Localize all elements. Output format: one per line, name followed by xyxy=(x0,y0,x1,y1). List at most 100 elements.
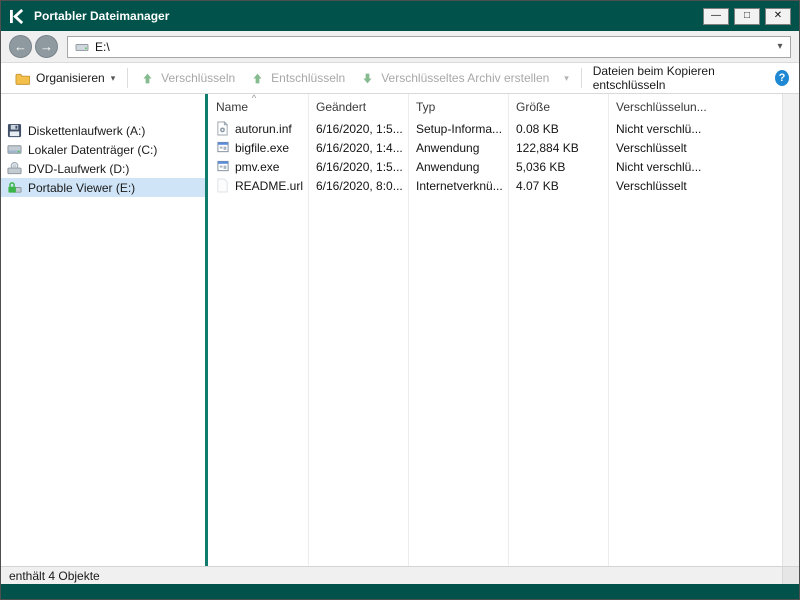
column-label: Verschlüsselun... xyxy=(616,100,707,114)
file-name-cell: autorun.inf xyxy=(208,121,308,136)
folder-icon xyxy=(15,71,30,86)
column-label: Größe xyxy=(516,100,550,114)
window-title: Portabler Dateimanager xyxy=(34,9,169,23)
internet-shortcut-file-icon xyxy=(215,178,230,193)
column-divider[interactable] xyxy=(508,94,509,566)
file-size: 4.07 KB xyxy=(508,179,608,193)
maximize-button[interactable]: □ xyxy=(734,8,760,25)
archive-options-dropdown[interactable]: ▾ xyxy=(558,70,575,87)
scrollbar-corner xyxy=(782,567,799,584)
file-name: bigfile.exe xyxy=(235,141,289,155)
application-file-icon xyxy=(215,159,230,174)
list-header: ^ Name Geändert Typ Größe Verschlüsselun… xyxy=(208,94,782,119)
toolbar: Organisieren ▾ Verschlüsseln Entschlüsse… xyxy=(1,63,799,94)
file-modified: 6/16/2020, 8:0... xyxy=(308,179,408,193)
column-label: Name xyxy=(216,100,248,114)
kaspersky-logo-icon xyxy=(9,9,26,24)
bottom-brand-bar xyxy=(1,584,799,600)
decrypt-button[interactable]: Entschlüsseln xyxy=(244,68,351,89)
encrypt-button[interactable]: Verschlüsseln xyxy=(134,68,241,89)
address-combobox[interactable]: E:\ ▾ xyxy=(67,36,791,58)
file-name-cell: bigfile.exe xyxy=(208,140,308,155)
arrow-down-icon xyxy=(360,71,375,86)
help-icon[interactable]: ? xyxy=(775,70,789,86)
file-encryption-status: Nicht verschlü... xyxy=(608,160,782,174)
organize-label: Organisieren xyxy=(36,71,105,85)
file-type: Anwendung xyxy=(408,141,508,155)
app-window: Portabler Dateimanager — □ ✕ ← → E:\ ▾ O… xyxy=(0,0,800,600)
application-file-icon xyxy=(215,140,230,155)
create-encrypted-archive-label: Verschlüsseltes Archiv erstellen xyxy=(381,71,549,85)
file-type: Anwendung xyxy=(408,160,508,174)
organize-button[interactable]: Organisieren ▾ xyxy=(9,68,121,89)
decrypt-on-copy-button[interactable]: Dateien beim Kopieren entschlüsseln xyxy=(593,64,767,92)
column-divider[interactable] xyxy=(408,94,409,566)
file-modified: 6/16/2020, 1:5... xyxy=(308,160,408,174)
file-row-readme-url[interactable]: README.url 6/16/2020, 8:0... Internetver… xyxy=(208,176,782,195)
file-encryption-status: Verschlüsselt xyxy=(608,141,782,155)
address-bar: ← → E:\ ▾ xyxy=(1,31,799,63)
sidebar-item-label: Portable Viewer (E:) xyxy=(28,181,135,195)
chevron-down-icon: ▾ xyxy=(564,73,569,84)
vertical-scrollbar[interactable] xyxy=(782,94,799,566)
file-list: ^ Name Geändert Typ Größe Verschlüsselun… xyxy=(208,94,799,566)
create-encrypted-archive-button[interactable]: Verschlüsseltes Archiv erstellen xyxy=(354,68,555,89)
back-button[interactable]: ← xyxy=(9,35,32,58)
toolbar-separator xyxy=(127,68,128,88)
toolbar-right-group: Dateien beim Kopieren entschlüsseln ? xyxy=(578,64,791,92)
decrypt-label: Entschlüsseln xyxy=(271,71,345,85)
encrypt-label: Verschlüsseln xyxy=(161,71,235,85)
file-rows: autorun.inf 6/16/2020, 1:5... Setup-Info… xyxy=(208,119,782,195)
drive-tree: Diskettenlaufwerk (A:) Lokaler Datenträg… xyxy=(1,94,205,566)
close-button[interactable]: ✕ xyxy=(765,8,791,25)
arrow-up-icon xyxy=(250,71,265,86)
file-row-autorun-inf[interactable]: autorun.inf 6/16/2020, 1:5... Setup-Info… xyxy=(208,119,782,138)
sidebar-item-label: Diskettenlaufwerk (A:) xyxy=(28,124,145,138)
arrow-up-icon xyxy=(140,71,155,86)
file-modified: 6/16/2020, 1:4... xyxy=(308,141,408,155)
status-text: enthält 4 Objekte xyxy=(9,569,100,583)
column-header-type[interactable]: Typ xyxy=(408,94,508,119)
floppy-drive-icon xyxy=(7,123,22,138)
forward-button[interactable]: → xyxy=(35,35,58,58)
local-drive-icon xyxy=(7,142,22,157)
column-divider[interactable] xyxy=(308,94,309,566)
sidebar-item-drive-e-selected[interactable]: Portable Viewer (E:) xyxy=(1,178,205,197)
sort-ascending-icon: ^ xyxy=(252,94,256,103)
chevron-down-icon: ▾ xyxy=(111,73,116,84)
file-name-cell: pmv.exe xyxy=(208,159,308,174)
minimize-button[interactable]: — xyxy=(703,8,729,25)
file-size: 5,036 KB xyxy=(508,160,608,174)
file-encryption-status: Verschlüsselt xyxy=(608,179,782,193)
file-type: Internetverknü... xyxy=(408,179,508,193)
file-name: autorun.inf xyxy=(235,122,292,136)
address-path: E:\ xyxy=(95,40,766,54)
toolbar-separator xyxy=(581,68,582,88)
drive-icon xyxy=(74,39,89,54)
file-size: 122,884 KB xyxy=(508,141,608,155)
column-label: Geändert xyxy=(316,100,366,114)
address-dropdown-icon[interactable]: ▾ xyxy=(772,41,788,52)
column-label: Typ xyxy=(416,100,435,114)
file-modified: 6/16/2020, 1:5... xyxy=(308,122,408,136)
sidebar-item-drive-a[interactable]: Diskettenlaufwerk (A:) xyxy=(1,121,205,140)
sidebar-item-drive-d[interactable]: DVD-Laufwerk (D:) xyxy=(1,159,205,178)
dvd-drive-icon xyxy=(7,161,22,176)
file-name: pmv.exe xyxy=(235,160,279,174)
column-header-size[interactable]: Größe xyxy=(508,94,608,119)
file-size: 0.08 KB xyxy=(508,122,608,136)
setup-information-file-icon xyxy=(215,121,230,136)
file-name-cell: README.url xyxy=(208,178,308,193)
file-type: Setup-Informa... xyxy=(408,122,508,136)
column-header-encryption[interactable]: Verschlüsselun... xyxy=(608,94,782,119)
file-name: README.url xyxy=(235,179,303,193)
column-divider[interactable] xyxy=(608,94,609,566)
file-row-pmv-exe[interactable]: pmv.exe 6/16/2020, 1:5... Anwendung 5,03… xyxy=(208,157,782,176)
column-header-name[interactable]: ^ Name xyxy=(208,94,308,119)
status-bar: enthält 4 Objekte xyxy=(1,566,799,584)
sidebar-item-drive-c[interactable]: Lokaler Datenträger (C:) xyxy=(1,140,205,159)
column-header-modified[interactable]: Geändert xyxy=(308,94,408,119)
content-area: Diskettenlaufwerk (A:) Lokaler Datenträg… xyxy=(1,94,799,566)
file-encryption-status: Nicht verschlü... xyxy=(608,122,782,136)
file-row-bigfile-exe[interactable]: bigfile.exe 6/16/2020, 1:4... Anwendung … xyxy=(208,138,782,157)
